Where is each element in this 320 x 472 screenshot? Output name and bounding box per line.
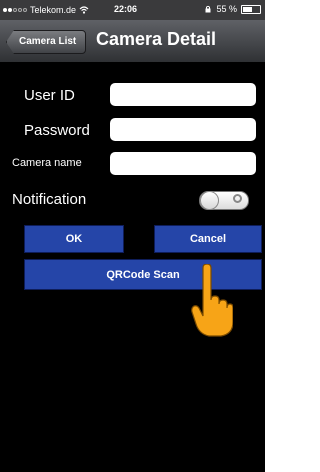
camera-name-label: Camera name [12, 157, 82, 169]
battery-fill [243, 6, 252, 12]
notification-toggle[interactable] [199, 191, 249, 210]
carrier-label: Telekom.de [30, 5, 77, 15]
wifi-icon [79, 6, 89, 14]
cancel-button[interactable]: Cancel [154, 225, 262, 253]
status-bar: Telekom.de 22:06 55 % [0, 0, 265, 20]
ok-button[interactable]: OK [24, 225, 124, 253]
battery-icon [241, 4, 261, 14]
navigation-bar: Camera List Camera Detail [0, 20, 265, 62]
screen: Telekom.de 22:06 55 % Camera List Camera… [0, 0, 265, 472]
camera-list-back-button[interactable]: Camera List [6, 30, 87, 54]
page-title: Camera Detail [96, 29, 217, 49]
status-left: Telekom.de [3, 5, 89, 15]
user-id-label: User ID [24, 87, 75, 104]
password-label: Password [24, 122, 90, 139]
clock: 22:06 [114, 4, 138, 14]
lock-rotation-icon [205, 5, 211, 13]
camera-name-field[interactable] [110, 152, 256, 175]
pointing-hand-icon [191, 264, 233, 337]
toggle-off-icon [233, 194, 242, 203]
notification-label: Notification [12, 191, 87, 208]
status-right: 55 % [204, 4, 261, 14]
password-field[interactable] [110, 118, 256, 141]
signal-strength-icon [3, 8, 27, 12]
toggle-knob [200, 191, 219, 210]
battery-percent: 55 % [216, 4, 237, 14]
user-id-field[interactable] [110, 83, 256, 106]
